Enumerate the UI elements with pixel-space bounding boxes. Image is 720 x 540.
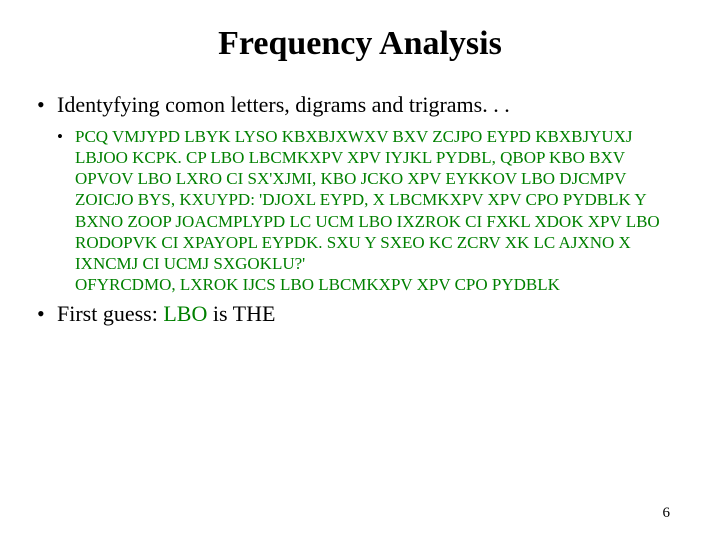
bullet-intro-text: Identyfying comon letters, digrams and t…	[57, 92, 510, 117]
cipher-paragraph-1: PCQ VMJYPD LBYK LYSO KBXBJXWXV BXV ZCJPO…	[75, 126, 685, 275]
guess-answer: THE	[233, 301, 276, 326]
bullet-ciphertext: PCQ VMJYPD LBYK LYSO KBXBJXWXV BXV ZCJPO…	[35, 126, 685, 296]
guess-cipher: LBO	[163, 301, 207, 326]
bullet-guess: First guess: LBO is THE	[35, 300, 685, 329]
cipher-paragraph-2: OFYRCDMO, LXROK IJCS LBO LBCMKXPV XPV CP…	[75, 274, 685, 295]
guess-text-b: is	[207, 301, 232, 326]
page-number: 6	[663, 505, 671, 522]
bullet-intro: Identyfying comon letters, digrams and t…	[35, 91, 685, 120]
guess-text-a: First guess:	[57, 301, 163, 326]
page-title: Frequency Analysis	[35, 25, 685, 63]
bullet-list: Identyfying comon letters, digrams and t…	[35, 91, 685, 328]
